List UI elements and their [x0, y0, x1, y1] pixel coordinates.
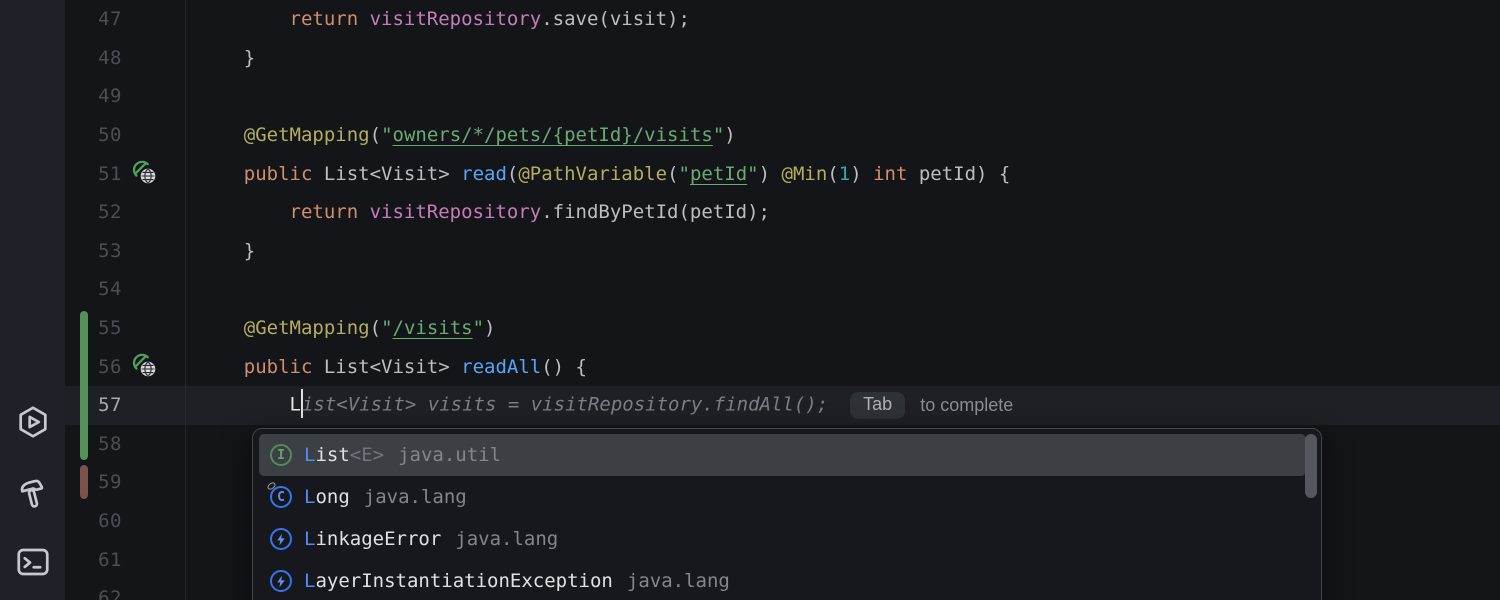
completion-item[interactable]: C Long java.lang — [259, 476, 1315, 518]
line-number: 51 — [98, 162, 122, 185]
code-text[interactable]: return visitRepository.save(visit); — [185, 8, 690, 30]
line-number: 54 — [98, 278, 122, 301]
code-text[interactable]: return visitRepository.findByPetId(petId… — [185, 201, 770, 223]
code-line[interactable]: 56 public List<Visit> readAll() { — [65, 347, 1500, 386]
code-line[interactable]: 51 public List<Visit> read(@PathVariable… — [65, 154, 1500, 193]
line-number: 61 — [98, 548, 122, 571]
line-number: 60 — [98, 510, 122, 533]
line-number: 50 — [98, 124, 122, 147]
completion-item-name: ayerInstantiationException — [315, 570, 613, 592]
gutter-icon-slot — [122, 158, 185, 189]
completion-hint-text: to complete — [920, 394, 1014, 415]
rest-endpoint-icon[interactable] — [130, 351, 157, 382]
line-number: 48 — [98, 46, 122, 69]
build-icon[interactable] — [15, 476, 51, 512]
match-prefix: L — [304, 570, 316, 592]
completion-popup: I List <E> java.util C Long java.lang LinkageEr… — [252, 428, 1322, 600]
line-number: 57 — [98, 394, 122, 417]
services-icon[interactable] — [15, 404, 51, 440]
tab-key-badge: Tab — [850, 391, 906, 419]
code-text[interactable]: List<Visit> visits = visitRepository.fin… — [185, 389, 1013, 421]
completion-item-name: inkageError — [315, 528, 442, 550]
match-prefix: L — [304, 486, 316, 508]
code-line[interactable]: 50 @GetMapping("owners/*/pets/{petId}/vi… — [65, 116, 1500, 155]
match-prefix: L — [304, 528, 316, 550]
line-number: 47 — [98, 8, 122, 31]
code-line[interactable]: 47 return visitRepository.save(visit); — [65, 0, 1500, 39]
activity-bar — [0, 0, 65, 600]
exception-icon — [270, 528, 292, 550]
code-line[interactable]: 48 } — [65, 39, 1500, 78]
line-number: 56 — [98, 355, 122, 378]
type-parameters: <E> — [349, 444, 385, 466]
vcs-added-marker[interactable] — [80, 310, 88, 461]
line-number: 52 — [98, 201, 122, 224]
line-number: 62 — [98, 587, 122, 600]
interface-icon: I — [270, 444, 292, 466]
exception-icon — [270, 570, 292, 592]
match-prefix: L — [304, 444, 316, 466]
code-text[interactable]: public List<Visit> read(@PathVariable("p… — [185, 163, 1011, 185]
completion-item[interactable]: I List <E> java.util — [259, 434, 1306, 476]
package-name: java.util — [398, 444, 502, 466]
code-text[interactable]: } — [185, 240, 255, 262]
gutter-icon-slot — [122, 351, 185, 382]
package-name: java.lang — [455, 528, 559, 550]
final-modifier-mark — [266, 480, 277, 492]
line-number: 49 — [98, 85, 122, 108]
code-text[interactable]: } — [185, 47, 255, 69]
line-number: 58 — [98, 432, 122, 455]
popup-scrollbar-thumb[interactable] — [1305, 434, 1317, 498]
code-text[interactable]: public List<Visit> readAll() { — [185, 356, 587, 378]
code-text[interactable]: @GetMapping("owners/*/pets/{petId}/visit… — [185, 124, 736, 146]
line-number: 55 — [98, 317, 122, 340]
completion-item-name: ong — [315, 486, 350, 508]
code-line[interactable]: 54 — [65, 270, 1500, 309]
code-line[interactable]: 49 — [65, 77, 1500, 116]
package-name: java.lang — [626, 570, 730, 592]
completion-item[interactable]: LayerInstantiationException java.lang — [259, 560, 1315, 600]
code-line[interactable]: 55 @GetMapping("/visits") — [65, 309, 1500, 348]
code-text[interactable]: @GetMapping("/visits") — [185, 317, 496, 339]
completion-item[interactable]: LinkageError java.lang — [259, 518, 1315, 560]
line-number: 59 — [98, 471, 122, 494]
code-line[interactable]: 57 List<Visit> visits = visitRepository.… — [65, 385, 1500, 425]
line-number: 53 — [98, 239, 122, 262]
terminal-icon[interactable] — [15, 544, 51, 580]
code-line[interactable]: 53 } — [65, 232, 1500, 271]
rest-endpoint-icon[interactable] — [130, 158, 157, 189]
package-name: java.lang — [363, 486, 467, 508]
completion-item-name: ist — [315, 444, 350, 466]
final-class-icon: C — [266, 480, 292, 508]
code-line[interactable]: 52 return visitRepository.findByPetId(pe… — [65, 193, 1500, 232]
gutter-divider — [185, 0, 186, 600]
vcs-modified-marker[interactable] — [80, 465, 88, 499]
